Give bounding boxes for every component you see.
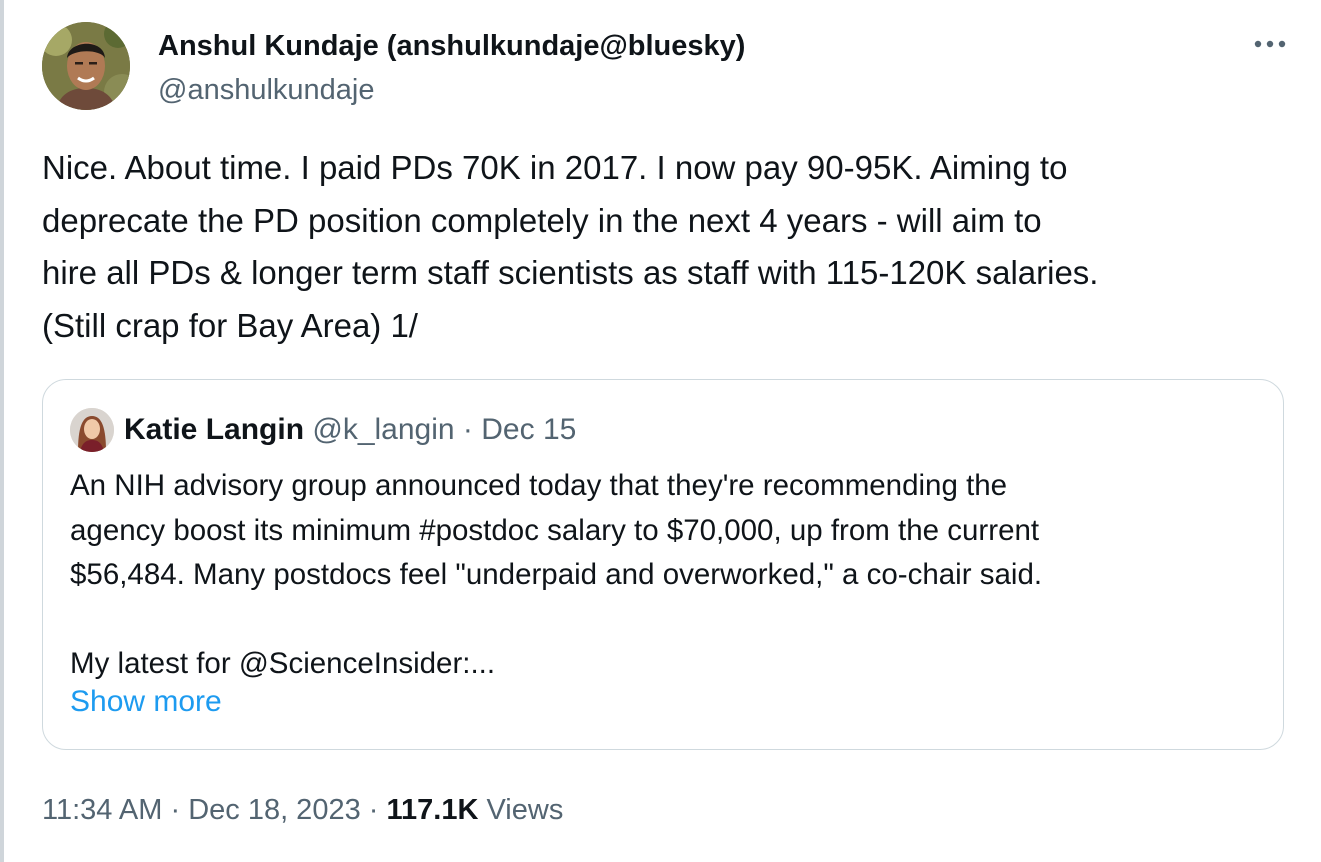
author-handle[interactable]: @anshulkundaje (158, 72, 374, 108)
footer-separator: · (170, 794, 181, 826)
quoted-text: An NIH advisory group announced today th… (70, 469, 1043, 680)
avatar-photo (42, 22, 130, 110)
quoted-separator: · (462, 413, 473, 446)
left-border (0, 0, 4, 862)
quoted-date[interactable]: Dec 15 (481, 413, 576, 446)
tweet-date[interactable]: Dec 18, 2023 (188, 794, 361, 826)
tweet-time[interactable]: 11:34 AM (42, 794, 162, 826)
quoted-author-name[interactable]: Katie Langin (124, 413, 304, 446)
show-more-link[interactable]: Show more (70, 682, 222, 722)
quoted-avatar-photo (70, 408, 114, 452)
quoted-tweet[interactable]: Katie Langin @k_langin · Dec 15 An NIH a… (42, 379, 1284, 750)
author-row: Anshul Kundaje (anshulkundaje@bluesky) @… (42, 22, 1292, 112)
more-options-button[interactable] (1248, 24, 1292, 64)
author-name[interactable]: Anshul Kundaje (anshulkundaje@bluesky) (158, 28, 745, 64)
ellipsis-icon (1254, 40, 1286, 48)
tweet-text: Nice. About time. I paid PDs 70K in 2017… (42, 149, 1099, 344)
quoted-avatar[interactable] (70, 408, 114, 452)
avatar[interactable] (42, 22, 130, 110)
views-count: 117.1K (386, 794, 479, 826)
tweet-card: Anshul Kundaje (anshulkundaje@bluesky) @… (42, 0, 1292, 862)
footer-separator: · (368, 794, 379, 826)
quoted-header: Katie Langin @k_langin · Dec 15 (124, 410, 576, 450)
views-label: Views (486, 794, 564, 826)
tweet-footer: 11:34 AM · Dec 18, 2023 · 117.1K Views (42, 790, 563, 830)
quoted-author-handle[interactable]: @k_langin (312, 413, 454, 446)
